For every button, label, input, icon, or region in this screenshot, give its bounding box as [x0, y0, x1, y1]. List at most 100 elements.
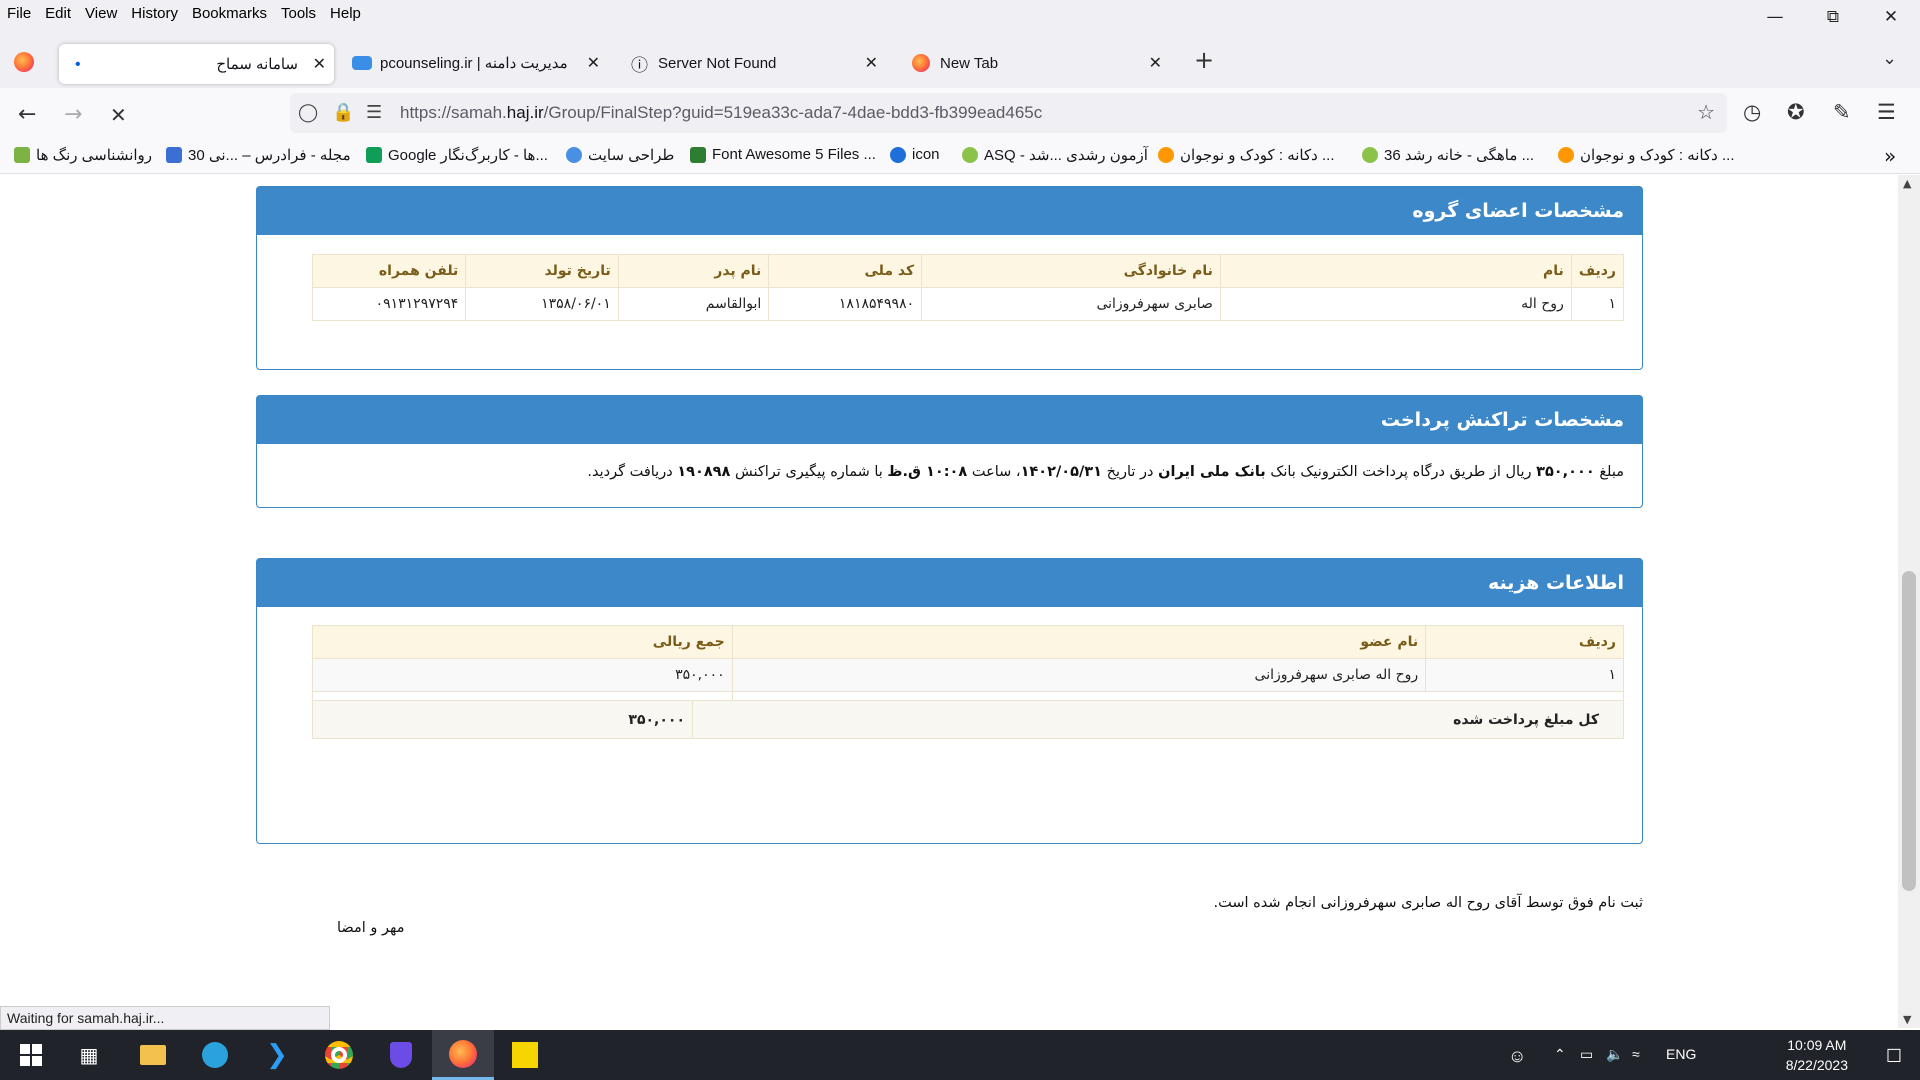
permissions-icon[interactable]: ☰: [366, 102, 382, 123]
menu-history[interactable]: History: [124, 5, 185, 22]
bookmark-item[interactable]: روانشناسی رنگ ها: [14, 146, 152, 164]
bookmark-item[interactable]: دکانه : کودک و نوجوان ...: [1158, 146, 1334, 164]
transaction-date: ۱۴۰۲/۰۵/۳۱: [1020, 464, 1102, 480]
bookmark-item[interactable]: 30 مجله - فرادرس – ...نی: [166, 146, 351, 164]
forward-button[interactable]: →: [64, 102, 82, 127]
taskbar: ▦ ❯ ☺ ⌃ ▭ 🔈 ≈ ENG 10:09 AM 8/22/2023 ☐: [0, 1030, 1920, 1080]
shield-app-icon: [390, 1042, 412, 1068]
bookmark-favicon-icon: [1558, 147, 1574, 163]
more-bookmarks-chevron-icon[interactable]: »: [1884, 144, 1896, 168]
bookmark-label: icon: [912, 146, 940, 163]
table-row: ۱ روح اله صابری سهرفروزانی ۱۸۱۸۵۴۹۹۸۰ اب…: [311, 287, 1625, 321]
close-tab-icon[interactable]: ✕: [587, 53, 600, 73]
bookmark-item[interactable]: Font Awesome 5 Files ...: [690, 146, 876, 163]
file-explorer-button[interactable]: [122, 1030, 184, 1080]
bookmark-favicon-icon: [962, 147, 978, 163]
column-header: ردیف: [1425, 625, 1624, 659]
close-tab-icon[interactable]: ✕: [865, 53, 878, 73]
telegram-button[interactable]: [184, 1030, 246, 1080]
bookmarks-toolbar: روانشناسی رنگ ها 30 مجله - فرادرس – ...ن…: [0, 140, 1920, 174]
task-view-button[interactable]: ▦: [58, 1030, 120, 1080]
bookmark-favicon-icon: [1362, 147, 1378, 163]
menu-file[interactable]: File: [0, 5, 38, 22]
bookmark-label: 30 مجله - فرادرس – ...نی: [188, 147, 351, 164]
chrome-button[interactable]: [308, 1030, 370, 1080]
cell: صابری سهرفروزانی: [921, 287, 1221, 321]
menu-tools[interactable]: Tools: [274, 5, 323, 22]
history-clock-icon[interactable]: ◷: [1743, 100, 1761, 124]
tab-samah[interactable]: • سامانه سماح ✕: [59, 44, 334, 84]
bookmark-item[interactable]: icon: [890, 146, 940, 163]
menu-bookmarks[interactable]: Bookmarks: [185, 5, 274, 22]
column-header: نام پدر: [617, 254, 770, 288]
info-icon: ⓘ: [631, 55, 648, 75]
menu-help[interactable]: Help: [323, 5, 368, 22]
system-tray: ☺ ⌃ ▭ 🔈 ≈ ENG 10:09 AM 8/22/2023 ☐: [1500, 1030, 1920, 1080]
stop-loading-button[interactable]: ✕: [110, 103, 127, 127]
notifications-icon[interactable]: ☐: [1886, 1046, 1902, 1067]
cost-panel: اطلاعات هزینه ردیف نام عضو جمع ریالی ۱ ر…: [256, 558, 1643, 844]
sticky-notes-button[interactable]: [494, 1030, 556, 1080]
bookmark-favicon-icon: [1158, 147, 1174, 163]
shield-icon[interactable]: ◯: [298, 102, 318, 123]
bookmark-label: طراحی سایت: [588, 147, 675, 164]
bookmark-item[interactable]: Google ها - کاربرگ‌نگار...: [366, 146, 548, 164]
volume-icon[interactable]: 🔈: [1606, 1046, 1623, 1063]
tab-title: pcounseling.ir | مدیریت دامنه: [380, 55, 568, 72]
bookmark-item[interactable]: طراحی سایت: [566, 146, 674, 164]
status-bar: Waiting for samah.haj.ir...: [0, 1006, 330, 1030]
scroll-down-icon[interactable]: ▼: [1903, 1013, 1911, 1026]
panel-title: اطلاعات هزینه: [257, 559, 1642, 607]
start-button[interactable]: [0, 1030, 62, 1080]
star-bookmark-icon[interactable]: ☆: [1697, 100, 1715, 124]
bookmark-item[interactable]: دکانه : کودک و نوجوان ...: [1558, 146, 1734, 164]
new-tab-button[interactable]: +: [1194, 46, 1214, 74]
save-to-pocket-icon[interactable]: ✪: [1787, 100, 1805, 124]
scrollbar-thumb[interactable]: [1902, 571, 1916, 891]
tab-server-not-found[interactable]: ⓘ Server Not Found ✕: [622, 42, 886, 84]
menu-view[interactable]: View: [78, 5, 124, 22]
close-tab-icon[interactable]: ✕: [313, 54, 326, 74]
battery-icon[interactable]: ▭: [1580, 1046, 1593, 1063]
paid-table: کل مبلغ پرداخت شده ۳۵۰,۰۰۰: [312, 700, 1624, 739]
scroll-up-icon[interactable]: ▲: [1903, 177, 1911, 190]
cell: ابوالقاسم: [617, 287, 770, 321]
bookmark-item[interactable]: ASQ - آزمون رشدی ...شد: [962, 146, 1148, 164]
close-tab-icon[interactable]: ✕: [1149, 53, 1162, 73]
lock-icon[interactable]: 🔒: [332, 102, 354, 123]
menu-edit[interactable]: Edit: [38, 5, 78, 22]
cell: روح اله صابری سهرفروزانی: [731, 658, 1427, 692]
firefox-view-icon[interactable]: [14, 52, 34, 72]
bookmark-label: ASQ - آزمون رشدی ...شد: [984, 147, 1148, 164]
firefox-taskbar-button[interactable]: [432, 1030, 494, 1080]
chevron-up-icon[interactable]: ⌃: [1554, 1046, 1566, 1063]
windows-logo-icon: [20, 1044, 42, 1066]
clock[interactable]: 10:09 AM 8/22/2023: [1786, 1035, 1848, 1075]
chevron-down-icon[interactable]: ⌄: [1882, 48, 1897, 69]
language-indicator[interactable]: ENG: [1666, 1046, 1696, 1062]
cell: ۱: [1570, 287, 1625, 321]
amount: ۳۵۰,۰۰۰: [1536, 464, 1595, 480]
vertical-scrollbar[interactable]: ▲ ▼: [1898, 175, 1920, 1028]
bank-name: بانک ملی ایران: [1158, 464, 1266, 480]
tab-new-tab[interactable]: New Tab ✕: [906, 42, 1170, 84]
url-text[interactable]: https://samah.haj.ir/Group/FinalStep?gui…: [400, 103, 1042, 123]
bookmark-label: 36 ماهگی - خانه رشد ...: [1384, 147, 1535, 164]
paid-row: کل مبلغ پرداخت شده ۳۵۰,۰۰۰: [312, 700, 1624, 739]
discord-like-icon: [352, 56, 372, 70]
tab-pcounseling[interactable]: pcounseling.ir | مدیریت دامنه ✕: [346, 42, 608, 84]
transaction-time: ۱۰:۰۸ ق.ظ: [887, 464, 968, 480]
back-button[interactable]: ←: [18, 102, 36, 127]
telegram-icon: [202, 1042, 228, 1068]
network-icon[interactable]: ≈: [1632, 1046, 1640, 1062]
vscode-button[interactable]: ❯: [246, 1030, 308, 1080]
bookmark-label: روانشناسی رنگ ها: [36, 147, 153, 164]
hamburger-menu-icon[interactable]: ☰: [1877, 100, 1896, 124]
people-icon[interactable]: ☺: [1508, 1046, 1526, 1067]
url-bar[interactable]: ◯ 🔒 ☰ https://samah.haj.ir/Group/FinalSt…: [290, 93, 1727, 133]
vpn-button[interactable]: [370, 1030, 432, 1080]
navigation-bar: ← → ✕ ◯ 🔒 ☰ https://samah.haj.ir/Group/F…: [0, 88, 1920, 140]
bookmark-favicon-icon: [166, 147, 182, 163]
bookmark-item[interactable]: 36 ماهگی - خانه رشد ...: [1362, 146, 1534, 164]
extensions-puzzle-icon[interactable]: ✎: [1833, 100, 1851, 124]
